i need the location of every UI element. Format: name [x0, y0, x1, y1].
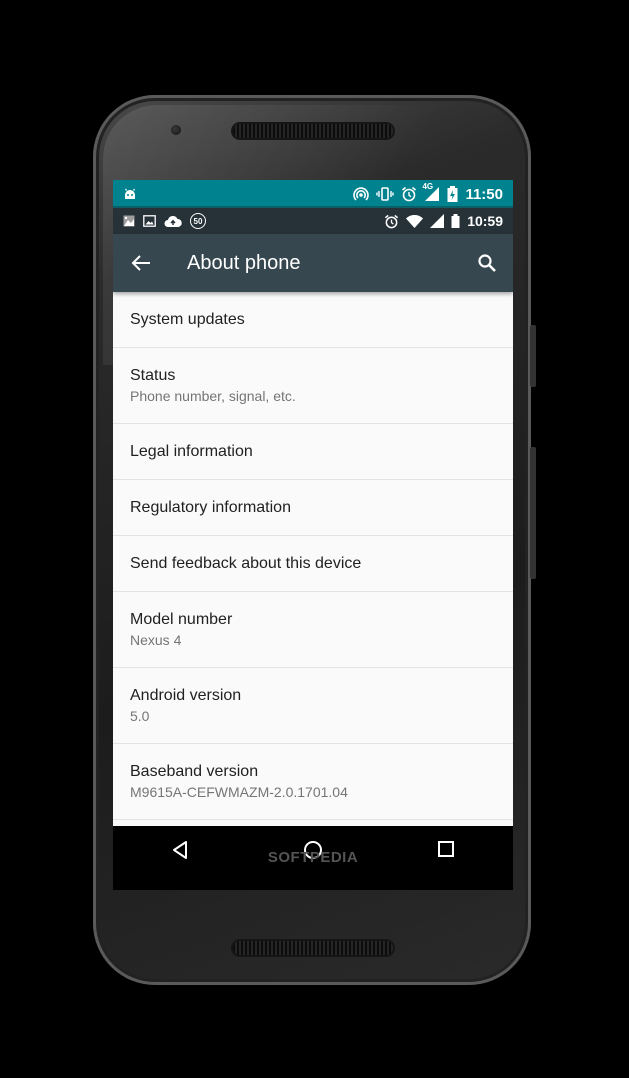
photo-icon	[123, 215, 135, 227]
wifi-icon	[406, 214, 424, 228]
navigation-bar: SOFTPEDIA	[113, 826, 513, 890]
list-item-model-number[interactable]: Model number Nexus 4	[113, 592, 513, 668]
bottom-speaker	[233, 941, 393, 955]
hotspot-icon	[353, 186, 370, 202]
item-subtitle: Phone number, signal, etc.	[130, 388, 296, 404]
item-title: Android version	[130, 687, 242, 704]
alarm-icon	[401, 186, 417, 202]
cloud-upload-icon	[164, 215, 182, 228]
search-icon[interactable]	[477, 253, 497, 273]
android-icon	[123, 187, 137, 201]
alarm-icon	[384, 214, 399, 229]
badge-50-icon: 50	[190, 213, 206, 229]
item-subtitle: M9615A-CEFWMAZM-2.0.1701.04	[130, 784, 348, 800]
battery-charging-icon	[447, 186, 458, 202]
image-icon	[143, 215, 156, 227]
signal-icon	[430, 214, 445, 228]
item-subtitle: 5.0	[130, 708, 150, 724]
item-subtitle: Nexus 4	[130, 632, 182, 648]
list-item-baseband-version[interactable]: Baseband version M9615A-CEFWMAZM-2.0.170…	[113, 744, 513, 820]
item-title: Model number	[130, 611, 233, 628]
item-title: System updates	[130, 310, 245, 328]
outer-status-bar: 4G 11:50	[113, 180, 513, 208]
item-title: Status	[130, 367, 176, 384]
outer-clock: 11:50	[465, 185, 503, 203]
settings-list: System updates Status Phone number, sign…	[113, 292, 513, 820]
softpedia-watermark: SOFTPEDIA	[267, 849, 359, 866]
item-title: Baseband version	[130, 763, 259, 780]
list-item-regulatory-information[interactable]: Regulatory information	[113, 480, 513, 536]
list-item-send-feedback[interactable]: Send feedback about this device	[113, 536, 513, 592]
front-camera	[171, 125, 181, 135]
badge-50-label: 50	[193, 216, 203, 226]
volume-button	[530, 447, 536, 579]
list-item-legal-information[interactable]: Legal information	[113, 424, 513, 480]
item-title: Send feedback about this device	[130, 554, 362, 572]
top-speaker	[233, 124, 393, 138]
item-title: Regulatory information	[130, 498, 291, 516]
list-item-android-version[interactable]: Android version 5.0	[113, 668, 513, 744]
inner-clock: 10:59	[467, 213, 503, 229]
list-item-system-updates[interactable]: System updates	[113, 292, 513, 348]
vibrate-icon	[376, 186, 395, 202]
network-type-label: 4G	[422, 182, 434, 191]
battery-icon	[451, 214, 460, 228]
list-item-status[interactable]: Status Phone number, signal, etc.	[113, 348, 513, 424]
screen: 4G 11:50 50 10:59 About phone System upd…	[113, 180, 513, 890]
inner-status-bar: 50 10:59	[113, 208, 513, 234]
back-arrow-icon[interactable]	[131, 254, 151, 272]
signal-4g-icon: 4G	[422, 182, 440, 202]
power-button	[530, 325, 536, 387]
item-title: Legal information	[130, 442, 253, 460]
page-title: About phone	[187, 251, 301, 274]
app-bar: About phone	[113, 234, 513, 292]
